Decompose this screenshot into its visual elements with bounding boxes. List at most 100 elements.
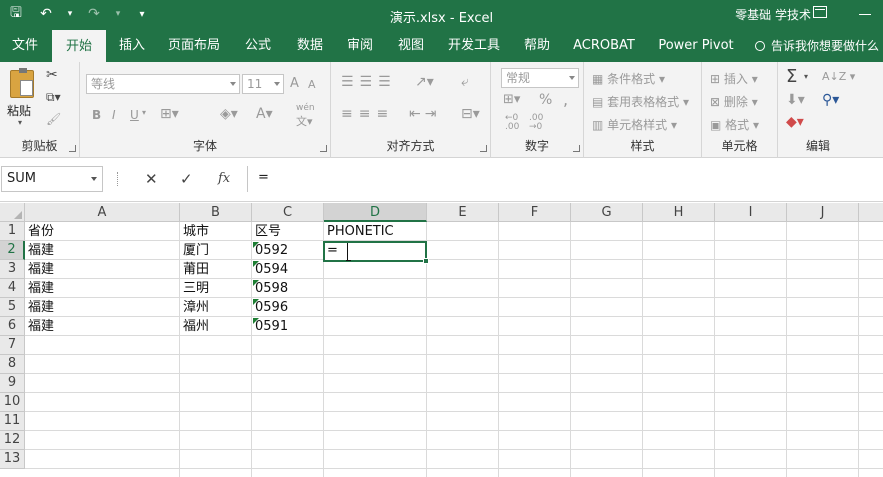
column-header-d[interactable]: D (324, 203, 427, 222)
name-box[interactable]: SUM (1, 166, 103, 192)
row-header-10[interactable]: 10 (0, 393, 25, 412)
column-header-f[interactable]: F (499, 203, 571, 222)
decrease-decimal-icon[interactable]: .00 →0 (529, 114, 543, 132)
merge-center-icon[interactable]: ⊟▾ (461, 106, 480, 122)
alignment-launcher-icon[interactable] (480, 145, 487, 152)
cell-a6[interactable]: 福建 (26, 317, 54, 336)
select-all-button[interactable] (0, 203, 25, 222)
cell-c1[interactable]: 区号 (253, 222, 281, 241)
cell-b4[interactable]: 三明 (181, 279, 209, 298)
font-name-select[interactable]: 等线 (86, 74, 240, 94)
autosum-dropdown-icon[interactable]: ▾ (804, 72, 808, 81)
row-header-1[interactable]: 1 (0, 222, 25, 241)
paste-dropdown-icon[interactable]: ▾ (18, 118, 22, 127)
wrap-text-icon[interactable]: ⤶ (461, 74, 469, 90)
ribbon-display-options-icon[interactable] (813, 6, 827, 18)
row-header-9[interactable]: 9 (0, 374, 25, 393)
orientation-icon[interactable]: ↗▾ (415, 74, 434, 90)
vertical-align-icons[interactable]: ☰☰☰ (341, 74, 397, 90)
row-header-11[interactable]: 11 (0, 412, 25, 431)
format-as-table-button[interactable]: ▤ 套用表格格式 ▾ (592, 93, 689, 110)
cell-b3[interactable]: 莆田 (181, 260, 209, 279)
conditional-format-button[interactable]: ▦ 条件格式 ▾ (592, 70, 665, 87)
underline-dropdown-icon[interactable]: ▾ (142, 108, 146, 117)
enter-icon[interactable]: ✓ (180, 170, 193, 188)
horizontal-align-icons[interactable]: ≡≡≡ (341, 106, 394, 122)
indent-icons[interactable]: ⇤⇥ (409, 106, 440, 122)
column-header-c[interactable]: C (252, 203, 324, 222)
increase-decimal-icon[interactable]: ←0.00 (505, 114, 519, 132)
copy-icon[interactable]: ⧉▾ (46, 90, 61, 104)
row-header-7[interactable]: 7 (0, 336, 25, 355)
cell-a2[interactable]: 福建 (26, 241, 54, 260)
format-painter-icon[interactable]: 🖌 (46, 112, 61, 126)
cancel-icon[interactable]: ✕ (145, 170, 158, 188)
cell-b1[interactable]: 城市 (181, 222, 209, 241)
phonetic-guide-button[interactable]: wén (296, 104, 315, 113)
fill-icon[interactable]: ⬇▾ (786, 92, 805, 108)
underline-button[interactable]: U (130, 108, 139, 122)
sort-filter-button[interactable]: A↓Z ▾ (822, 70, 855, 83)
cell-d1[interactable]: PHONETIC (325, 222, 394, 241)
minimize-icon[interactable] (859, 14, 871, 15)
column-header-h[interactable]: H (643, 203, 715, 222)
fill-color-icon[interactable]: ◈▾ (220, 106, 238, 122)
find-select-icon[interactable]: ⚲▾ (822, 92, 839, 108)
font-size-select[interactable]: 11 (242, 74, 284, 94)
formula-input[interactable]: = (247, 166, 883, 192)
italic-button[interactable]: I (112, 108, 116, 122)
tab-power-pivot[interactable]: Power Pivot (652, 30, 740, 62)
tab-formulas[interactable]: 公式 (236, 30, 280, 62)
borders-icon[interactable]: ⊞▾ (160, 106, 179, 122)
cell-a1[interactable]: 省份 (26, 222, 54, 241)
worksheet-grid[interactable]: A B C D E F G H I J 1 2 3 4 5 6 7 8 9 10 11 12 13 省份 城市 区号 PHONETI… (0, 203, 883, 477)
delete-cells-button[interactable]: ⊠ 删除 ▾ (710, 93, 758, 110)
column-header-i[interactable]: I (715, 203, 787, 222)
cut-icon[interactable]: ✂ (46, 68, 58, 82)
row-header-2[interactable]: 2 (0, 241, 25, 260)
tab-home[interactable]: 开始 (52, 30, 106, 62)
font-shrink-button[interactable]: A (308, 78, 316, 91)
tab-insert[interactable]: 插入 (110, 30, 154, 62)
cell-a5[interactable]: 福建 (26, 298, 54, 317)
row-header-13[interactable]: 13 (0, 450, 25, 469)
tab-page-layout[interactable]: 页面布局 (162, 30, 226, 62)
cell-d2[interactable]: = (325, 241, 338, 260)
column-header-g[interactable]: G (571, 203, 643, 222)
row-header-6[interactable]: 6 (0, 317, 25, 336)
row-header-8[interactable]: 8 (0, 355, 25, 374)
formula-bar-divider[interactable] (117, 172, 119, 186)
number-launcher-icon[interactable] (573, 145, 580, 152)
fill-handle[interactable] (423, 258, 429, 264)
cell-styles-button[interactable]: ▥ 单元格样式 ▾ (592, 116, 677, 133)
row-header-12[interactable]: 12 (0, 431, 25, 450)
column-header-j[interactable]: J (787, 203, 859, 222)
column-header-overflow[interactable] (859, 203, 883, 222)
comma-style-button[interactable]: , (563, 90, 568, 109)
tab-acrobat[interactable]: ACROBAT (566, 30, 642, 62)
cell-a4[interactable]: 福建 (26, 279, 54, 298)
tab-file[interactable]: 文件 (0, 30, 50, 62)
font-grow-button[interactable]: A (290, 76, 299, 91)
tab-help[interactable]: 帮助 (515, 30, 559, 62)
tab-view[interactable]: 视图 (389, 30, 433, 62)
tell-me-search[interactable]: 告诉我你想要做什么 (755, 30, 879, 62)
row-header-4[interactable]: 4 (0, 279, 25, 298)
cell-b2[interactable]: 厦门 (181, 241, 209, 260)
accounting-format-icon[interactable]: ⊞▾ (503, 92, 520, 107)
account-name[interactable]: 零基础 学技术 (735, 6, 811, 23)
tab-data[interactable]: 数据 (288, 30, 332, 62)
clear-icon[interactable]: ◆▾ (786, 114, 804, 130)
row-header-3[interactable]: 3 (0, 260, 25, 279)
bold-button[interactable]: B (92, 108, 101, 122)
insert-cells-button[interactable]: ⊞ 插入 ▾ (710, 70, 758, 87)
cell-b5[interactable]: 漳州 (181, 298, 209, 317)
paste-icon[interactable] (10, 68, 34, 98)
format-cells-button[interactable]: ▣ 格式 ▾ (710, 116, 759, 133)
row-header-5[interactable]: 5 (0, 298, 25, 317)
paste-button[interactable]: 粘贴 (7, 102, 31, 119)
font-color-icon[interactable]: A▾ (256, 106, 273, 122)
active-cell-d2[interactable] (323, 241, 429, 264)
cell-b6[interactable]: 福州 (181, 317, 209, 336)
column-header-b[interactable]: B (180, 203, 252, 222)
